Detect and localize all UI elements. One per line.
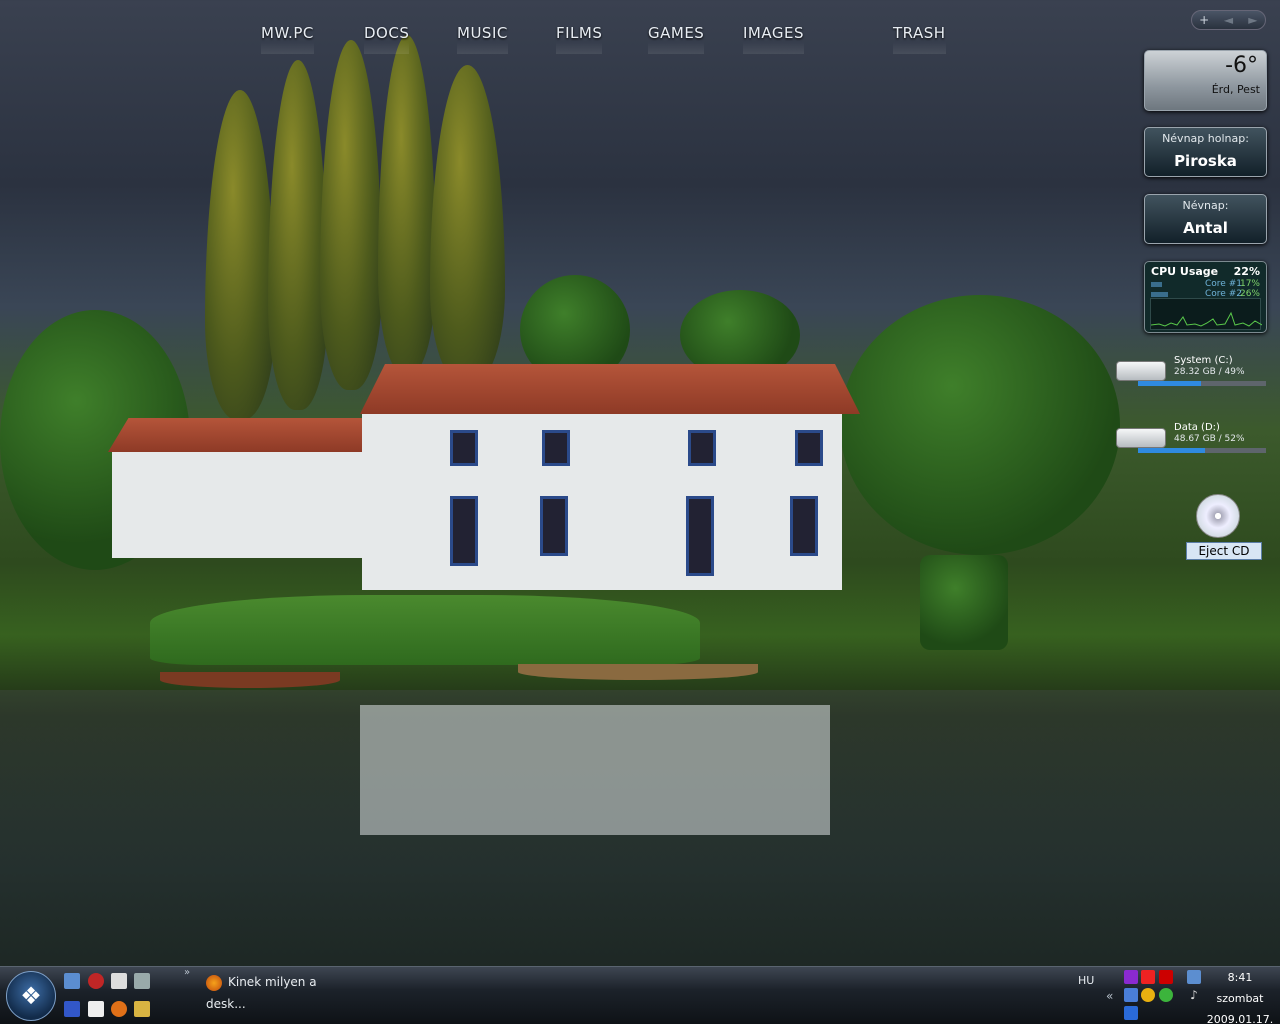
- cpu-title: CPU Usage: [1151, 265, 1219, 278]
- tray-app-icon[interactable]: [1124, 970, 1138, 984]
- weather-temp: -6°: [1225, 53, 1258, 78]
- show-desktop-icon[interactable]: [64, 973, 80, 989]
- calculator-icon[interactable]: [134, 973, 150, 989]
- cpu-core-pct: 17%: [1239, 279, 1260, 289]
- cd-icon: [1196, 494, 1240, 538]
- eject-cd-button[interactable]: Eject CD: [1186, 542, 1262, 560]
- wallpaper-window: [790, 496, 818, 556]
- cpu-core-row: Core #1 17%: [1151, 279, 1260, 289]
- taskbar: ❖ » Kinek milyen a desk... HU « ♪ 8:41 s…: [0, 966, 1280, 1024]
- cpu-graph: [1150, 298, 1263, 330]
- wallpaper-window: [450, 496, 478, 566]
- wallpaper-tree: [378, 35, 436, 375]
- wallpaper-roof: [108, 418, 364, 452]
- nav-music[interactable]: MUSIC: [457, 24, 508, 42]
- drive-usage-bar: [1138, 381, 1266, 386]
- tray-update-icon[interactable]: [1124, 1006, 1138, 1020]
- wallpaper-reflection: [360, 705, 830, 835]
- wallpaper-window: [540, 496, 568, 556]
- cpu-usage-gadget[interactable]: CPU Usage 22% Core #1 17% Core #2 26%: [1144, 261, 1267, 333]
- wallpaper-tree: [268, 60, 328, 410]
- cpu-core-bar: [1151, 282, 1163, 287]
- firefox-icon: [206, 974, 222, 991]
- drive-stat: 48.67 GB / 52%: [1174, 434, 1245, 444]
- nameday-tomorrow-gadget[interactable]: Névnap holnap: Piroska: [1144, 127, 1267, 177]
- nav-trash[interactable]: TRASH: [893, 24, 946, 42]
- nameday-label: Névnap:: [1182, 199, 1229, 212]
- cpu-core-label: Core #1: [1205, 279, 1242, 289]
- weather-gadget[interactable]: -6° Érd, Pest: [1144, 50, 1267, 111]
- clock-day: szombat: [1216, 992, 1264, 1005]
- wallpaper-bush: [840, 295, 1120, 555]
- wallpaper-window: [795, 430, 823, 466]
- drive-name: System (C:): [1174, 355, 1233, 366]
- nav-films[interactable]: FILMS: [556, 24, 602, 42]
- folder-icon[interactable]: [134, 1001, 150, 1017]
- nav-docs[interactable]: DOCS: [364, 24, 409, 42]
- tray-messenger-icon[interactable]: [1141, 988, 1155, 1002]
- desktop-wallpaper: [0, 0, 1280, 966]
- next-page-button[interactable]: ►: [1241, 13, 1265, 27]
- volume-icon[interactable]: ♪: [1187, 988, 1201, 1002]
- prev-page-button[interactable]: ◄: [1216, 13, 1240, 27]
- tray-contacts-icon[interactable]: [1159, 988, 1173, 1002]
- drive-c-gadget[interactable]: System (C:) 28.32 GB / 49%: [1116, 355, 1267, 391]
- drive-stat: 28.32 GB / 49%: [1174, 367, 1245, 377]
- wallpaper-house: [362, 410, 842, 590]
- weather-city: Érd, Pest: [1211, 83, 1260, 96]
- tray-network-icon[interactable]: [1124, 988, 1138, 1002]
- drive-name: Data (D:): [1174, 422, 1220, 433]
- drive-usage-bar: [1138, 448, 1266, 453]
- clock-time: 8:41: [1227, 971, 1253, 984]
- nameday-name: Piroska: [1174, 152, 1237, 170]
- clock-date: 2009.01.17.: [1206, 1013, 1274, 1024]
- wallpaper-boat: [160, 672, 340, 688]
- wallpaper-tree: [320, 40, 382, 390]
- nameday-label: Névnap holnap:: [1162, 132, 1249, 145]
- nameday-name: Antal: [1183, 219, 1228, 237]
- wallpaper-window: [542, 430, 570, 466]
- network-icon[interactable]: [1187, 970, 1201, 984]
- tray-monitor-icon[interactable]: [1141, 970, 1155, 984]
- quicklaunch-chevron-icon[interactable]: »: [184, 967, 190, 978]
- wallpaper-window: [688, 430, 716, 466]
- wallpaper-door: [686, 496, 714, 576]
- add-gadget-button[interactable]: +: [1192, 13, 1216, 27]
- nav-games[interactable]: GAMES: [648, 24, 704, 42]
- drive-d-gadget[interactable]: Data (D:) 48.67 GB / 52%: [1116, 422, 1267, 458]
- wallpaper-lawn: [150, 595, 700, 665]
- eject-cd-gadget[interactable]: Eject CD: [1180, 494, 1266, 564]
- skull-app-icon[interactable]: [111, 973, 127, 989]
- nav-mwpc[interactable]: MW.PC: [261, 24, 314, 42]
- task-title: Kinek milyen a desk...: [206, 975, 317, 1011]
- firefox-icon[interactable]: [111, 1001, 127, 1017]
- cpu-core-bar: [1151, 292, 1168, 297]
- wallpaper-roof: [360, 364, 860, 414]
- cpu-total: 22%: [1233, 265, 1260, 278]
- wallpaper-tree: [205, 90, 275, 420]
- wallpaper-boat: [518, 664, 758, 680]
- wallpaper-window: [450, 430, 478, 466]
- hard-drive-icon: [1116, 361, 1166, 381]
- wallpaper-hedge: [920, 555, 1008, 650]
- nav-images[interactable]: IMAGES: [743, 24, 804, 42]
- desktop-top-nav: MW.PC DOCS MUSIC FILMS GAMES IMAGES TRAS…: [0, 24, 1130, 48]
- nameday-today-gadget[interactable]: Névnap: Antal: [1144, 194, 1267, 244]
- hard-drive-icon: [1116, 428, 1166, 448]
- browser-icon[interactable]: [88, 973, 104, 989]
- sidebar-controls: + ◄ ►: [1191, 10, 1266, 30]
- system-clock[interactable]: 8:41 szombat 2009.01.17.: [1204, 967, 1276, 1024]
- taskbar-item-firefox[interactable]: Kinek milyen a desk...: [206, 971, 346, 1011]
- tray-expand-chevron-icon[interactable]: «: [1106, 989, 1113, 1003]
- language-indicator[interactable]: HU: [1078, 974, 1094, 987]
- terminal-icon[interactable]: [88, 1001, 104, 1017]
- wallpaper-house: [112, 448, 362, 558]
- ati-icon[interactable]: [1159, 970, 1173, 984]
- start-button[interactable]: ❖: [6, 971, 56, 1021]
- save-disk-icon[interactable]: [64, 1001, 80, 1017]
- wallpaper-tree: [430, 65, 505, 385]
